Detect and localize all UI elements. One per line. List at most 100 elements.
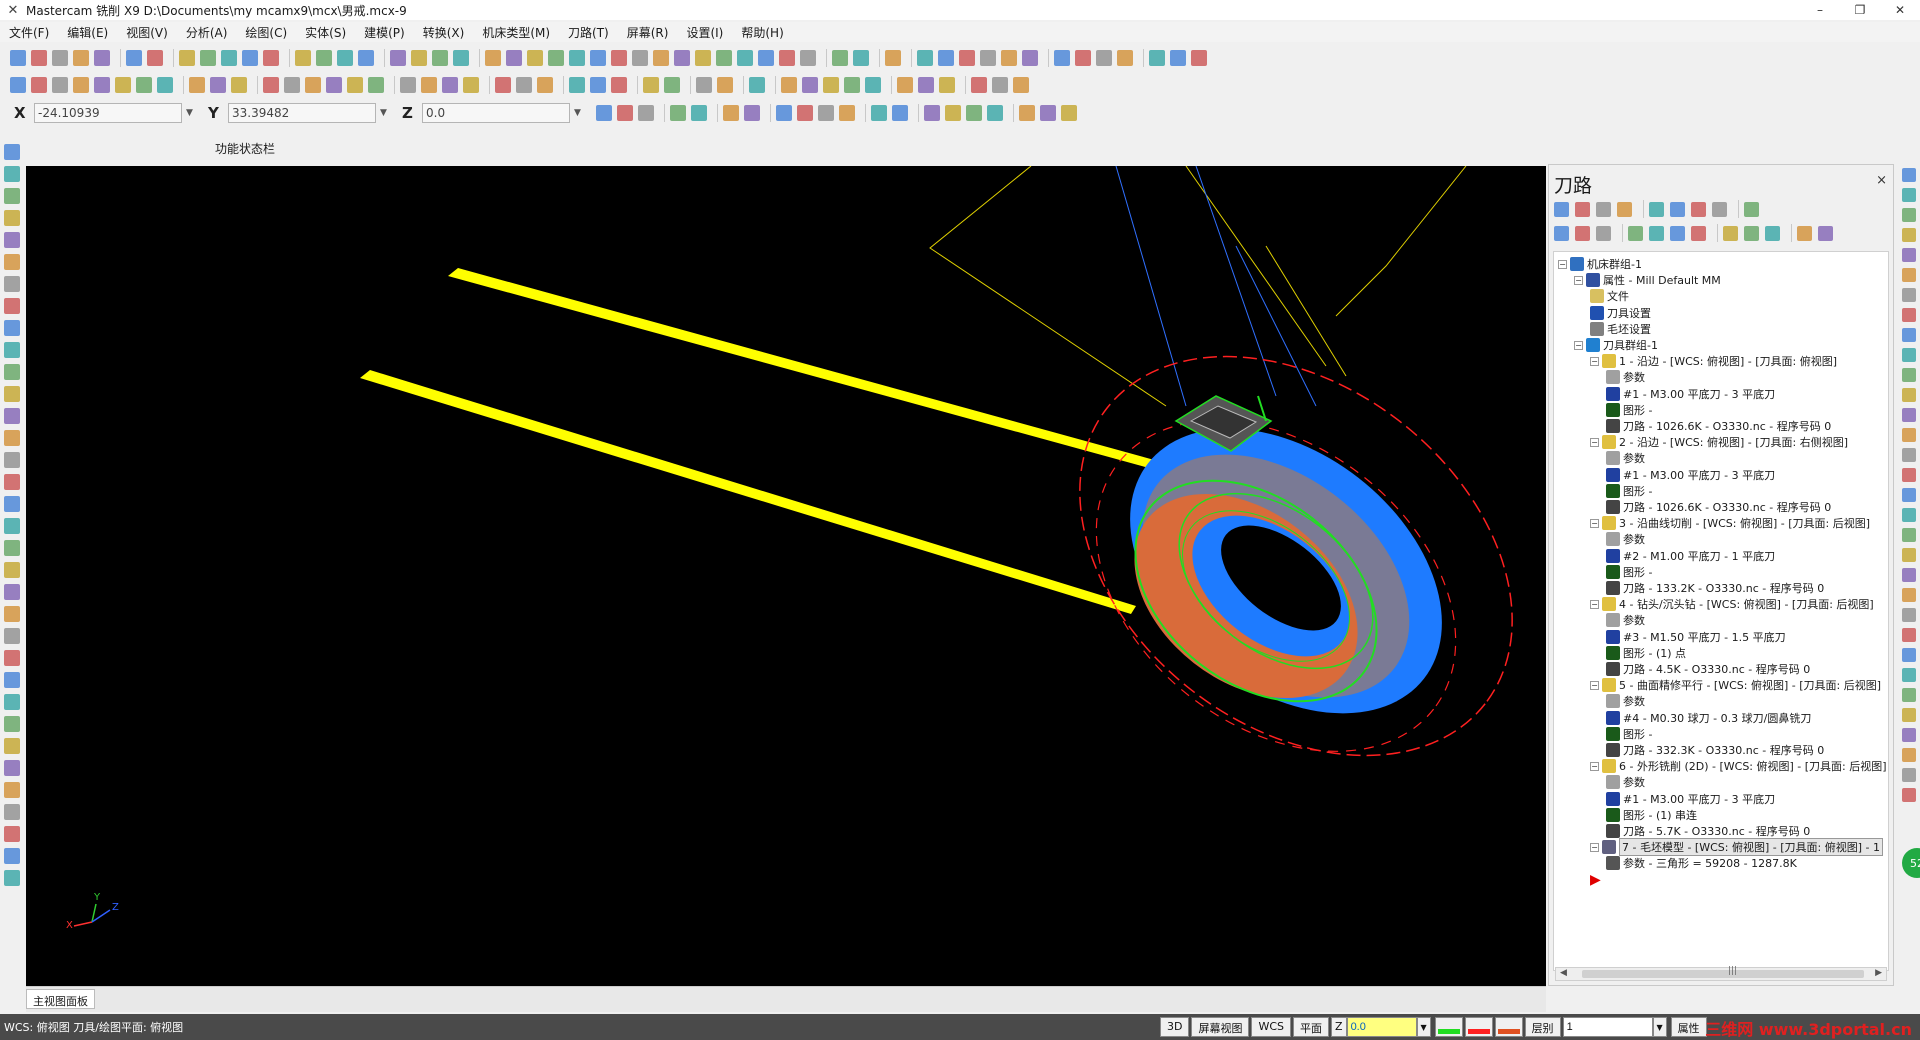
tree-node[interactable]: #2 - M1.00 平底刀 - 1 平底刀 [1606, 548, 1775, 564]
autocursor-tool-icon[interactable] [744, 105, 760, 121]
autocursor-tool-icon[interactable] [966, 105, 982, 121]
chevron-down-icon[interactable]: ▼ [186, 108, 196, 118]
right-toolbar-tool-icon[interactable] [1902, 188, 1916, 202]
tree-node[interactable]: #4 - M0.30 球刀 - 0.3 球刀/圆鼻铣刀 [1606, 710, 1811, 726]
menu-help[interactable]: 帮助(H) [732, 24, 792, 41]
panel-toolbar-tool-icon[interactable] [1691, 201, 1706, 217]
left-toolbar-tool-icon[interactable] [4, 496, 20, 512]
right-toolbar-tool-icon[interactable] [1902, 268, 1916, 282]
tree-node[interactable]: 刀路 - 1026.6K - O3330.nc - 程序号码 0 [1606, 418, 1831, 434]
tree-node[interactable]: #1 - M3.00 平底刀 - 3 平底刀 [1606, 386, 1775, 402]
chevron-down-icon[interactable]: ▼ [1652, 1017, 1667, 1037]
autocursor-tool-icon[interactable] [818, 105, 834, 121]
autocursor-tool-icon[interactable] [892, 105, 908, 121]
tree-node[interactable]: − 机床群组-1 [1558, 256, 1642, 272]
panel-toolbar-tool-icon[interactable] [1765, 225, 1780, 241]
tree-node[interactable]: 参数 [1606, 531, 1645, 547]
tree-node[interactable]: 刀路 - 133.2K - O3330.nc - 程序号码 0 [1606, 580, 1824, 596]
tree-node[interactable]: 图形 - [1606, 726, 1652, 742]
sketcher-toolbar-tool-icon[interactable] [210, 77, 226, 93]
collapse-icon[interactable]: − [1590, 599, 1599, 609]
autocursor-tool-icon[interactable] [723, 105, 739, 121]
tree-node[interactable]: 图形 - [1606, 483, 1652, 499]
sketcher-toolbar-tool-icon[interactable] [992, 77, 1008, 93]
x-coordinate-input[interactable] [34, 103, 182, 123]
right-toolbar-tool-icon[interactable] [1902, 608, 1916, 622]
left-toolbar-tool-icon[interactable] [4, 760, 20, 776]
standard-toolbar-tool-icon[interactable] [1191, 50, 1207, 66]
standard-toolbar-tool-icon[interactable] [337, 50, 353, 66]
sketcher-toolbar-tool-icon[interactable] [10, 77, 26, 93]
tree-node[interactable]: − 7 - 毛坯模型 - [WCS: 俯视图] - [刀具面: 俯视图] - 1 [1590, 838, 1883, 857]
chevron-down-icon[interactable]: ▼ [574, 108, 584, 118]
tree-node[interactable]: 毛坯设置 [1590, 321, 1651, 337]
collapse-icon[interactable]: − [1590, 842, 1599, 852]
panel-toolbar-tool-icon[interactable] [1554, 225, 1569, 241]
tree-node[interactable]: 参数 [1606, 450, 1645, 466]
tree-node[interactable]: − 4 - 钻头/沉头钻 - [WCS: 俯视图] - [刀具面: 后视图] [1590, 596, 1874, 612]
sketcher-toolbar-tool-icon[interactable] [347, 77, 363, 93]
panel-toolbar-tool-icon[interactable] [1797, 225, 1812, 241]
main-view-tab[interactable]: 主视图面板 [26, 989, 95, 1009]
standard-toolbar-tool-icon[interactable] [716, 50, 732, 66]
right-toolbar-tool-icon[interactable] [1902, 788, 1916, 802]
standard-toolbar-tool-icon[interactable] [242, 50, 258, 66]
autocursor-tool-icon[interactable] [1061, 105, 1077, 121]
standard-toolbar-tool-icon[interactable] [316, 50, 332, 66]
sketcher-toolbar-tool-icon[interactable] [157, 77, 173, 93]
panel-horizontal-scrollbar[interactable]: ◀ ||| ▶ [1555, 966, 1887, 981]
tree-node[interactable]: − 5 - 曲面精修平行 - [WCS: 俯视图] - [刀具面: 后视图] [1590, 677, 1881, 693]
standard-toolbar-tool-icon[interactable] [1117, 50, 1133, 66]
menu-edit[interactable]: 编辑(E) [58, 24, 117, 41]
right-toolbar-tool-icon[interactable] [1902, 708, 1916, 722]
left-toolbar-tool-icon[interactable] [4, 716, 20, 732]
standard-toolbar-tool-icon[interactable] [358, 50, 374, 66]
sketcher-toolbar-tool-icon[interactable] [284, 77, 300, 93]
right-toolbar-tool-icon[interactable] [1902, 208, 1916, 222]
tree-node[interactable]: #1 - M3.00 平底刀 - 3 平底刀 [1606, 791, 1775, 807]
y-coordinate-input[interactable] [228, 103, 376, 123]
standard-toolbar-tool-icon[interactable] [1096, 50, 1112, 66]
panel-toolbar-tool-icon[interactable] [1670, 225, 1685, 241]
standard-toolbar-tool-icon[interactable] [632, 50, 648, 66]
standard-toolbar-tool-icon[interactable] [800, 50, 816, 66]
autocursor-tool-icon[interactable] [1019, 105, 1035, 121]
sketcher-toolbar-tool-icon[interactable] [115, 77, 131, 93]
sketcher-toolbar-tool-icon[interactable] [31, 77, 47, 93]
panel-toolbar-tool-icon[interactable] [1628, 225, 1643, 241]
autocursor-tool-icon[interactable] [945, 105, 961, 121]
right-toolbar-tool-icon[interactable] [1902, 508, 1916, 522]
right-toolbar-tool-icon[interactable] [1902, 688, 1916, 702]
sketcher-toolbar-tool-icon[interactable] [263, 77, 279, 93]
tree-node[interactable]: 参数 [1606, 693, 1645, 709]
standard-toolbar-tool-icon[interactable] [959, 50, 975, 66]
tree-node[interactable]: 刀路 - 5.7K - O3330.nc - 程序号码 0 [1606, 823, 1810, 839]
collapse-icon[interactable]: − [1558, 259, 1567, 269]
panel-toolbar-tool-icon[interactable] [1617, 201, 1632, 217]
sketcher-toolbar-tool-icon[interactable] [939, 77, 955, 93]
left-toolbar-tool-icon[interactable] [4, 276, 20, 292]
right-toolbar-tool-icon[interactable] [1902, 628, 1916, 642]
graphics-viewport[interactable]: X Y Z [26, 166, 1546, 986]
panel-toolbar-tool-icon[interactable] [1712, 201, 1727, 217]
sketcher-toolbar-tool-icon[interactable] [844, 77, 860, 93]
sketcher-toolbar-tool-icon[interactable] [1013, 77, 1029, 93]
sketcher-toolbar-tool-icon[interactable] [897, 77, 913, 93]
left-toolbar-tool-icon[interactable] [4, 408, 20, 424]
standard-toolbar-tool-icon[interactable] [832, 50, 848, 66]
sketcher-toolbar-tool-icon[interactable] [802, 77, 818, 93]
autocursor-tool-icon[interactable] [1040, 105, 1056, 121]
menu-xform[interactable]: 转换(X) [414, 24, 474, 41]
autocursor-tool-icon[interactable] [691, 105, 707, 121]
standard-toolbar-tool-icon[interactable] [1022, 50, 1038, 66]
collapse-icon[interactable]: − [1590, 437, 1599, 447]
left-toolbar-tool-icon[interactable] [4, 166, 20, 182]
sketcher-toolbar-tool-icon[interactable] [189, 77, 205, 93]
sketcher-toolbar-tool-icon[interactable] [421, 77, 437, 93]
sketcher-toolbar-tool-icon[interactable] [368, 77, 384, 93]
standard-toolbar-tool-icon[interactable] [980, 50, 996, 66]
left-toolbar-tool-icon[interactable] [4, 782, 20, 798]
menu-view[interactable]: 视图(V) [117, 24, 177, 41]
chevron-down-icon[interactable]: ▼ [380, 108, 390, 118]
left-toolbar-tool-icon[interactable] [4, 254, 20, 270]
